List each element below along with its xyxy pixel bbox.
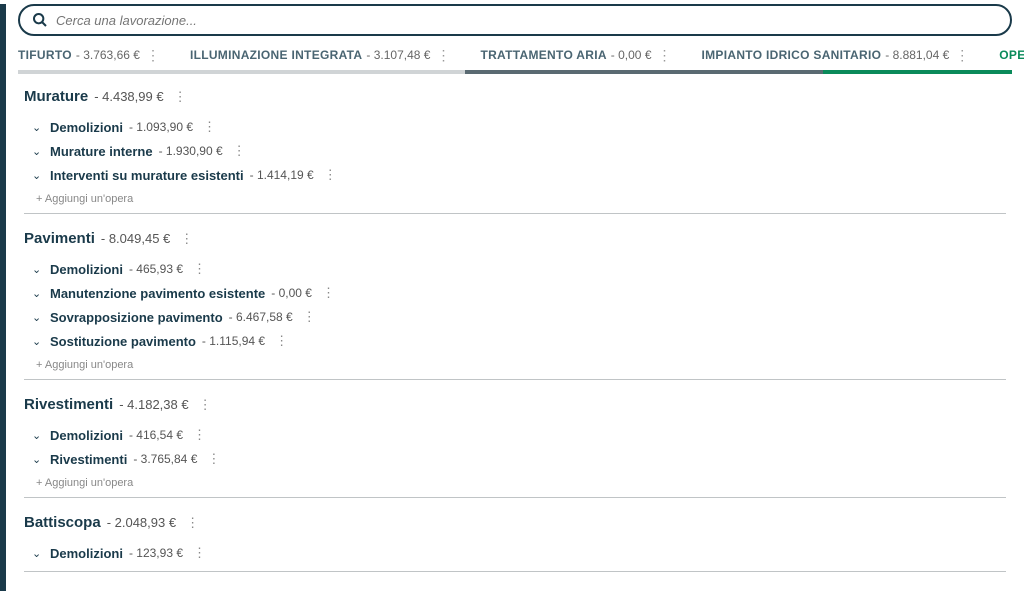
tab-trattamento-aria[interactable]: TRATTAMENTO ARIA - 0,00 € ⋮: [480, 47, 673, 64]
category: Pavimenti - 8.049,45 € ⋮ ⌄ Demolizioni - 465,…: [24, 230, 1006, 380]
kebab-icon[interactable]: ⋮: [203, 451, 224, 467]
category-title: Murature: [24, 88, 88, 105]
add-opera-button[interactable]: + Aggiungi un'opera: [24, 353, 1006, 373]
chevron-down-icon: ⌄: [32, 335, 44, 348]
sub-item-title: Murature interne: [50, 144, 153, 159]
add-opera-button[interactable]: + Aggiungi un'opera: [24, 187, 1006, 207]
tab-opere-edili[interactable]: OPERE EDILI E FINITURE - 26.298,03 € ⋮: [999, 47, 1024, 64]
tab-price: - 8.881,04 €: [885, 48, 949, 62]
category-header[interactable]: Rivestimenti - 4.182,38 € ⋮: [24, 396, 1006, 413]
sub-item[interactable]: ⌄ Rivestimenti - 3.765,84 € ⋮: [24, 447, 1006, 471]
tab-impianto-idrico[interactable]: IMPIANTO IDRICO SANITARIO - 8.881,04 € ⋮: [702, 47, 972, 64]
kebab-icon[interactable]: ⋮: [189, 427, 210, 443]
tab-partial[interactable]: TIFURTO - 3.763,66 € ⋮: [18, 47, 162, 64]
sub-item[interactable]: ⌄ Demolizioni - 465,93 € ⋮: [24, 257, 1006, 281]
category-title: Battiscopa: [24, 514, 101, 531]
category-price: - 8.049,45 €: [101, 231, 170, 246]
category: Murature - 4.438,99 € ⋮ ⌄ Demolizioni - 1.093…: [24, 88, 1006, 214]
sub-item[interactable]: ⌄ Demolizioni - 1.093,90 € ⋮: [24, 115, 1006, 139]
sub-item-title: Demolizioni: [50, 120, 123, 135]
chevron-down-icon: ⌄: [32, 311, 44, 324]
tab-label: OPERE EDILI E FINITURE: [999, 48, 1024, 62]
category-title: Rivestimenti: [24, 396, 113, 413]
sub-item[interactable]: ⌄ Sovrapposizione pavimento - 6.467,58 € ⋮: [24, 305, 1006, 329]
chevron-down-icon: ⌄: [32, 453, 44, 466]
sub-item[interactable]: ⌄ Demolizioni - 416,54 € ⋮: [24, 423, 1006, 447]
tabs-underline: [18, 70, 1012, 74]
sub-item[interactable]: ⌄ Interventi su murature esistenti - 1.414…: [24, 163, 1006, 187]
kebab-icon[interactable]: ⋮: [144, 47, 162, 64]
kebab-icon[interactable]: ⋮: [199, 119, 220, 135]
kebab-icon[interactable]: ⋮: [271, 333, 292, 349]
kebab-icon[interactable]: ⋮: [318, 285, 339, 301]
tab-label: ILLUMINAZIONE INTEGRATA: [190, 48, 362, 62]
sub-item-title: Sostituzione pavimento: [50, 334, 196, 349]
sub-item-price: - 0,00 €: [271, 286, 312, 300]
tab-price: - 3.763,66 €: [76, 48, 140, 62]
sub-item-title: Rivestimenti: [50, 452, 127, 467]
kebab-icon[interactable]: ⋮: [182, 515, 203, 531]
category-price: - 4.182,38 €: [119, 397, 188, 412]
search-icon: [32, 12, 48, 28]
sub-item[interactable]: ⌄ Manutenzione pavimento esistente - 0,00 …: [24, 281, 1006, 305]
kebab-icon[interactable]: ⋮: [170, 89, 191, 105]
kebab-icon[interactable]: ⋮: [195, 397, 216, 413]
kebab-icon[interactable]: ⋮: [176, 231, 197, 247]
chevron-down-icon: ⌄: [32, 429, 44, 442]
sub-item[interactable]: ⌄ Murature interne - 1.930,90 € ⋮: [24, 139, 1006, 163]
sub-item-title: Demolizioni: [50, 546, 123, 561]
category: Rivestimenti- 4.182,38 €⋮⌄Demolizioni- 4…: [24, 396, 1006, 498]
kebab-icon[interactable]: ⋮: [320, 167, 341, 183]
tab-label: TIFURTO: [18, 48, 72, 62]
sub-item-title: Sovrapposizione pavimento: [50, 310, 223, 325]
tabs-row: TIFURTO - 3.763,66 € ⋮ ILLUMINAZIONE INT…: [6, 42, 1024, 68]
sub-item-price: - 1.930,90 €: [159, 144, 223, 158]
tab-price: - 0,00 €: [611, 48, 652, 62]
category-header[interactable]: Pavimenti - 8.049,45 € ⋮: [24, 230, 1006, 247]
tab-label: IMPIANTO IDRICO SANITARIO: [702, 48, 882, 62]
category-header[interactable]: Battiscopa - 2.048,93 € ⋮: [24, 514, 1006, 531]
sub-item[interactable]: ⌄ Demolizioni - 123,93 € ⋮: [24, 541, 1006, 565]
sub-item-price: - 465,93 €: [129, 262, 183, 276]
chevron-down-icon: ⌄: [32, 263, 44, 276]
sub-item-price: - 123,93 €: [129, 546, 183, 560]
sub-item-price: - 6.467,58 €: [229, 310, 293, 324]
kebab-icon[interactable]: ⋮: [953, 47, 971, 64]
chevron-down-icon: ⌄: [32, 547, 44, 560]
sub-item-title: Demolizioni: [50, 428, 123, 443]
category-price: - 2.048,93 €: [107, 515, 176, 530]
chevron-down-icon: ⌄: [32, 145, 44, 158]
kebab-icon[interactable]: ⋮: [229, 143, 250, 159]
sub-item-title: Demolizioni: [50, 262, 123, 277]
content-area: Murature - 4.438,99 € ⋮ ⌄ Demolizioni - 1.093…: [6, 74, 1024, 591]
sub-item-price: - 1.093,90 €: [129, 120, 193, 134]
kebab-icon[interactable]: ⋮: [299, 309, 320, 325]
chevron-down-icon: ⌄: [32, 121, 44, 134]
sub-item-title: Interventi su murature esistenti: [50, 168, 244, 183]
chevron-down-icon: ⌄: [32, 169, 44, 182]
sub-item[interactable]: ⌄ Sostituzione pavimento - 1.115,94 € ⋮: [24, 329, 1006, 353]
tab-illuminazione[interactable]: ILLUMINAZIONE INTEGRATA - 3.107,48 € ⋮: [190, 47, 453, 64]
sub-item-title: Manutenzione pavimento esistente: [50, 286, 265, 301]
tab-label: TRATTAMENTO ARIA: [480, 48, 606, 62]
kebab-icon[interactable]: ⋮: [189, 545, 210, 561]
add-opera-button[interactable]: + Aggiungi un'opera: [24, 471, 1006, 491]
chevron-down-icon: ⌄: [32, 287, 44, 300]
category-header[interactable]: Murature - 4.438,99 € ⋮: [24, 88, 1006, 105]
sub-item-price: - 416,54 €: [129, 428, 183, 442]
search-input[interactable]: [48, 13, 998, 28]
kebab-icon[interactable]: ⋮: [434, 47, 452, 64]
tab-price: - 3.107,48 €: [366, 48, 430, 62]
sub-item-price: - 3.765,84 €: [133, 452, 197, 466]
category-title: Pavimenti: [24, 230, 95, 247]
sub-item-price: - 1.115,94 €: [202, 334, 265, 348]
sub-item-price: - 1.414,19 €: [250, 168, 314, 182]
kebab-icon[interactable]: ⋮: [189, 261, 210, 277]
kebab-icon[interactable]: ⋮: [656, 47, 674, 64]
category: Battiscopa - 2.048,93 € ⋮ ⌄ Demolizioni - 123…: [24, 514, 1006, 572]
category-price: - 4.438,99 €: [94, 89, 163, 104]
search-bar[interactable]: [18, 4, 1012, 36]
